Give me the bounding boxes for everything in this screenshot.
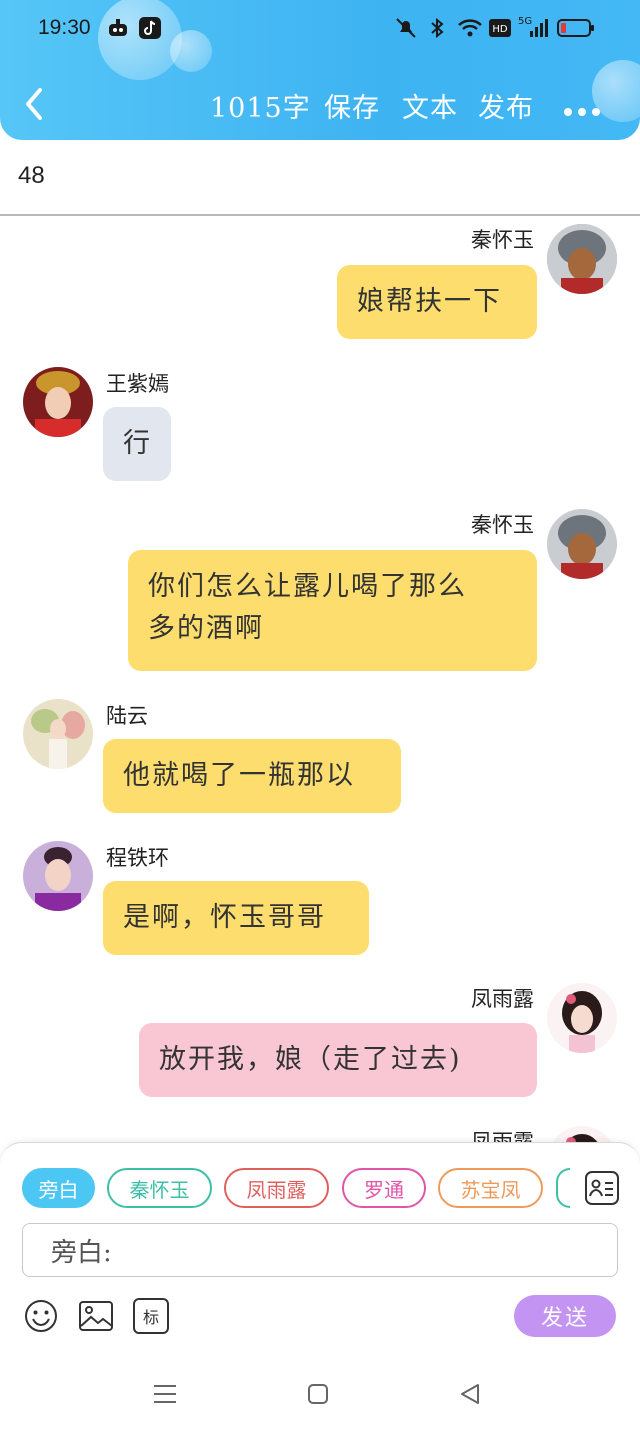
status-bar: 19:30 HD 5G xyxy=(0,0,640,56)
message-line: 多的酒啊 xyxy=(148,613,264,644)
role-chip-narration[interactable]: 旁白 xyxy=(22,1168,95,1208)
emoji-icon xyxy=(25,1300,57,1332)
message-bubble[interactable]: 娘帮扶一下 xyxy=(337,265,537,339)
entry-count: 48 xyxy=(18,162,45,189)
sender-name: 凤雨露 xyxy=(471,1130,534,1142)
signal-5g-icon: 5G xyxy=(518,16,550,40)
app-header: 19:30 HD 5G 1015字 保存 文本 发布 xyxy=(0,0,640,140)
role-chip-fengyulu[interactable]: 凤雨露 xyxy=(224,1168,329,1208)
sender-name: 程铁环 xyxy=(106,846,169,870)
emoji-button[interactable] xyxy=(23,1298,59,1334)
avatar-chengtiehuan[interactable] xyxy=(23,841,93,911)
role-chip-partial[interactable] xyxy=(556,1168,570,1208)
sender-name: 陆云 xyxy=(106,704,148,728)
avatar-wangziyan[interactable] xyxy=(23,367,93,437)
message-bubble[interactable]: 放开我，娘（走了过去) xyxy=(139,1023,537,1097)
mark-button[interactable]: 标 xyxy=(133,1298,169,1334)
system-back-button[interactable] xyxy=(458,1382,482,1406)
svg-text:HD: HD xyxy=(492,24,508,35)
menu-icon xyxy=(154,1385,176,1403)
wifi-icon xyxy=(456,16,484,40)
robot-icon xyxy=(106,16,130,40)
message-bubble[interactable]: 行 xyxy=(103,407,171,481)
role-chip-qinhuaiyu[interactable]: 秦怀玉 xyxy=(107,1168,212,1208)
message-bubble[interactable]: 他就喝了一瓶那以 xyxy=(103,739,401,813)
message-line: 你们怎么让露儿喝了那么 xyxy=(148,571,467,602)
battery-icon xyxy=(556,16,596,40)
status-time: 19:30 xyxy=(38,16,91,39)
avatar-qinhuaiyu[interactable] xyxy=(547,509,617,579)
back-triangle-icon xyxy=(461,1384,479,1404)
sender-name: 秦怀玉 xyxy=(471,513,534,537)
home-button[interactable] xyxy=(306,1382,330,1406)
image-icon xyxy=(79,1301,113,1331)
avatar-fengyulu[interactable] xyxy=(547,983,617,1053)
avatar-fengyulu[interactable] xyxy=(547,1126,617,1142)
back-icon xyxy=(26,88,42,120)
message-input[interactable]: 旁白: xyxy=(22,1223,618,1277)
mute-icon xyxy=(392,16,420,40)
mark-label: 标 xyxy=(142,1308,159,1327)
tiktok-icon xyxy=(138,16,162,40)
message-bubble[interactable]: 是啊，怀玉哥哥 xyxy=(103,881,369,955)
bluetooth-icon xyxy=(426,16,448,40)
more-button[interactable] xyxy=(562,102,602,116)
menu-button[interactable] xyxy=(152,1382,178,1406)
publish-button[interactable]: 发布 xyxy=(478,86,534,125)
message-bubble[interactable]: 你们怎么让露儿喝了那么 多的酒啊 xyxy=(128,550,537,671)
back-button[interactable] xyxy=(20,84,50,124)
image-button[interactable] xyxy=(78,1298,114,1334)
hd-icon: HD xyxy=(488,16,512,40)
sender-name: 凤雨露 xyxy=(471,987,534,1011)
send-button[interactable]: 发送 xyxy=(514,1295,616,1337)
home-icon xyxy=(308,1384,328,1404)
avatar-qinhuaiyu[interactable] xyxy=(547,224,617,294)
sender-name: 秦怀玉 xyxy=(471,228,534,252)
role-chip-subaofeng[interactable]: 苏宝凤 xyxy=(438,1168,543,1208)
text-button[interactable]: 文本 xyxy=(402,86,458,125)
chat-list[interactable]: 秦怀玉 娘帮扶一下 王紫嫣 行 秦怀玉 你们怎么让露儿喝了那么 多的酒啊 陆云 … xyxy=(0,216,640,1142)
role-chip-luotong[interactable]: 罗通 xyxy=(342,1168,426,1208)
sender-name: 王紫嫣 xyxy=(106,372,169,396)
word-count: 1015字 xyxy=(210,93,311,124)
contacts-button[interactable] xyxy=(584,1170,620,1206)
save-button[interactable]: 保存 xyxy=(324,86,380,125)
more-icon xyxy=(564,108,600,116)
contacts-icon xyxy=(585,1171,619,1205)
system-nav-bar xyxy=(0,1354,640,1433)
top-nav: 1015字 保存 文本 发布 xyxy=(0,78,640,134)
avatar-luyun[interactable] xyxy=(23,699,93,769)
